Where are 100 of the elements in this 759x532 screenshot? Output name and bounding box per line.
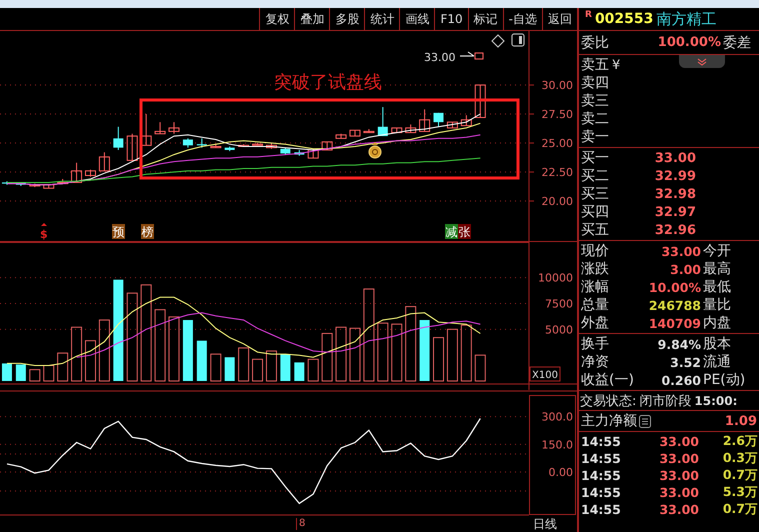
field-label: 换手 [581, 335, 609, 353]
volume-axis-label: 10000 [538, 272, 573, 285]
candlestick [168, 122, 180, 134]
field-label: 涨跌 [581, 260, 609, 278]
panel-toggle-icon[interactable] [512, 34, 524, 46]
field-value: 246788 [648, 298, 701, 312]
bid-price: 32.99 [654, 168, 696, 184]
field-label: 委差 [723, 34, 751, 52]
trade-price: 33.00 [658, 434, 699, 449]
signal-tag[interactable]: 减 [445, 224, 458, 239]
field-value: 0.260 [660, 372, 701, 388]
field-label: 内盘 [703, 314, 732, 332]
trade-time: 14:55 [581, 485, 622, 500]
diamond-icon[interactable] [491, 34, 505, 48]
bid-label: 买四 [581, 203, 609, 221]
status-label: 交易状态: [580, 392, 636, 410]
bid-price: 32.97 [654, 204, 696, 220]
volume-bar [377, 322, 388, 382]
volume-bar [2, 363, 12, 381]
price-pointer-icon [460, 52, 484, 60]
main-flow-value: 1.09 [724, 414, 758, 428]
ask-label: 卖一 [581, 128, 609, 146]
trade-volume: 5.3万 [722, 484, 759, 501]
bid-label: 买二 [581, 167, 609, 185]
ask-label: 卖二 [581, 110, 609, 128]
volume-bar [474, 354, 486, 382]
candlestick [308, 148, 319, 159]
candlestick [154, 122, 166, 134]
indicator-axis-label: 0.00 [548, 466, 573, 479]
candlestick [126, 133, 138, 161]
trade-price: 33.00 [658, 502, 699, 517]
field-label: 涨幅 [581, 278, 609, 296]
trade-time: 14:55 [581, 451, 622, 466]
trade-volume: 0.7万 [722, 467, 759, 484]
volume-bar [391, 324, 402, 382]
bid-price: 32.96 [654, 222, 696, 238]
volume-bar [210, 354, 222, 382]
volume-bar [196, 340, 207, 381]
field-value: 3.00 [669, 262, 701, 276]
volume-bar [349, 328, 360, 382]
ask-label: 卖五 [581, 56, 609, 74]
candlestick [196, 138, 207, 148]
volume-bar [84, 340, 96, 382]
status-time: 15:00: [694, 394, 738, 408]
bid-label: 买一 [581, 149, 609, 167]
volume-bar [322, 332, 333, 382]
trade-volume: 2.6万 [722, 433, 759, 450]
date-axis-label: 8 [296, 518, 306, 530]
field-value: 33.00 [660, 244, 701, 258]
volume-bar [460, 324, 472, 382]
field-value: 10.00% [648, 280, 701, 294]
stock-code: 002553 [594, 11, 654, 27]
bid-label: 买三 [581, 185, 609, 203]
field-label: 量比 [703, 296, 732, 314]
ask-label: 卖三 [581, 92, 609, 110]
stock-name: 南方精工 [656, 10, 716, 28]
candlestick [460, 114, 472, 126]
trade-volume: 0.3万 [722, 450, 759, 467]
bid-price: 32.98 [654, 186, 696, 202]
volume-bar [168, 316, 180, 382]
trade-time: 14:55 [581, 468, 622, 483]
signal-tag[interactable]: 榜 [141, 224, 154, 239]
volume-bar [308, 358, 319, 382]
price-axis-label: 20.00 [542, 195, 573, 208]
field-label: 委比 [581, 34, 609, 52]
field-label: 净资 [581, 353, 609, 371]
signal-tag[interactable]: 张 [458, 224, 471, 239]
field-value: 9.84% [656, 336, 701, 352]
high-price-label: 33.00 [424, 51, 456, 64]
volume-bar [446, 328, 458, 382]
price-axis-label: 25.00 [542, 137, 573, 150]
candlestick [113, 126, 124, 150]
collapse-tab[interactable] [679, 55, 725, 68]
volume-bar [43, 365, 54, 382]
field-label: 今开 [703, 242, 732, 260]
field-label: 外盘 [581, 314, 609, 332]
signal-tag[interactable]: 预 [112, 224, 125, 239]
field-value: 140709 [648, 316, 701, 330]
field-label: 收益(一) [581, 371, 634, 389]
trade-price: 33.00 [658, 451, 699, 466]
list-icon[interactable] [639, 414, 651, 428]
ask-label: 卖四 [581, 74, 609, 92]
trade-price: 33.00 [658, 485, 699, 500]
volume-bar [224, 357, 235, 381]
volume-bar [98, 320, 110, 382]
candlestick [98, 152, 110, 172]
candlestick [71, 162, 82, 183]
volume-bar [71, 326, 82, 382]
field-value: 100.00% [656, 35, 721, 50]
unit-label: X100 [530, 366, 560, 382]
price-axis-label: 22.50 [542, 166, 573, 180]
trade-volume: 0.7万 [722, 501, 759, 518]
volume-bar [280, 354, 290, 381]
trade-price: 33.00 [658, 468, 699, 483]
trade-time: 14:55 [581, 502, 622, 517]
main-flow-label: 主力净额 [581, 412, 637, 430]
bid-price: 33.00 [654, 150, 696, 166]
volume-axis-label: 5000 [545, 323, 573, 336]
volume-bar [266, 350, 277, 382]
field-label: 最低 [703, 278, 732, 296]
